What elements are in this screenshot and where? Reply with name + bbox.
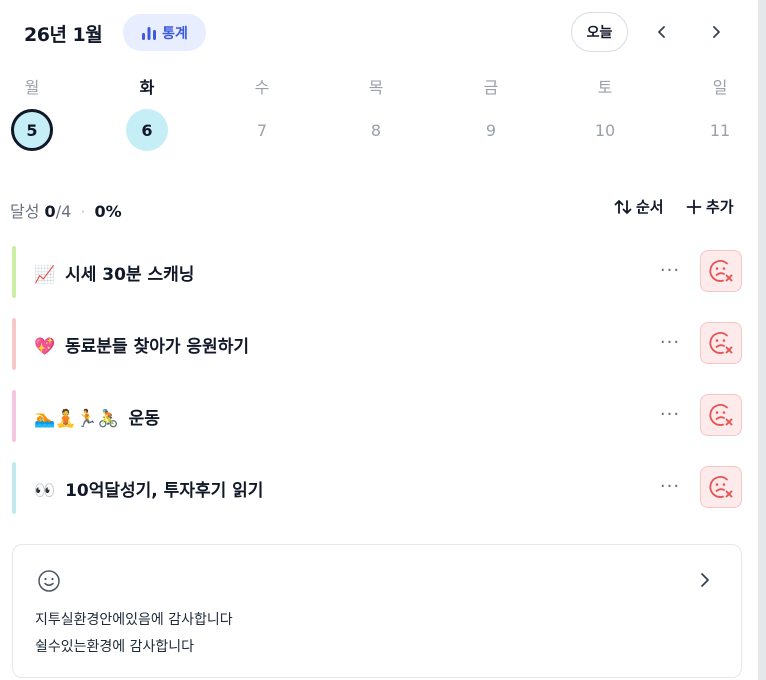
chart-emoji-icon: 📈: [34, 265, 56, 285]
habit-row[interactable]: 💖 동료분들 찾아가 응원하기 ···: [12, 318, 742, 370]
achievement-count: 0: [44, 202, 56, 221]
habit-title: 💖 동료분들 찾아가 응원하기: [34, 332, 249, 357]
stats-button[interactable]: 통계: [123, 14, 206, 51]
habit-color-bar: [12, 462, 16, 514]
sad-face-x-icon: [709, 332, 733, 354]
scrollbar[interactable]: [758, 0, 766, 680]
habit-title-text: 시세 30분 스캐닝: [65, 265, 195, 285]
sort-button[interactable]: 순서: [614, 196, 664, 217]
stats-label: 통계: [162, 25, 188, 42]
habit-row[interactable]: 🏊🧘🏃🚴 운동 ···: [12, 390, 742, 442]
skip-habit-button[interactable]: [700, 250, 742, 292]
gratitude-line: 쉴수있는환경에 감사합니다: [35, 639, 195, 655]
achievement-summary: 달성 0/4 · 0%: [10, 198, 122, 222]
separator: ·: [80, 202, 86, 221]
habit-title-text: 동료분들 찾아가 응원하기: [65, 337, 249, 357]
habit-title: 📈 시세 30분 스캐닝: [34, 260, 194, 285]
habit-color-bar: [12, 246, 16, 298]
skip-habit-button[interactable]: [700, 466, 742, 508]
more-options-button[interactable]: ···: [652, 404, 688, 428]
eyes-emoji-icon: 👀: [34, 481, 56, 501]
habit-color-bar: [12, 390, 16, 442]
day-cell[interactable]: 11: [699, 109, 741, 151]
smile-icon: [38, 570, 60, 592]
more-options-button[interactable]: ···: [652, 260, 688, 284]
habit-title: 👀 10억달성기, 투자후기 읽기: [34, 476, 263, 501]
plus-icon: [686, 199, 702, 214]
prev-week-button[interactable]: [646, 16, 678, 48]
next-week-button[interactable]: [700, 16, 732, 48]
sad-face-x-icon: [709, 404, 733, 426]
more-options-button[interactable]: ···: [652, 476, 688, 500]
habit-row[interactable]: 👀 10억달성기, 투자후기 읽기 ···: [12, 462, 742, 514]
day-cell-today[interactable]: 6: [126, 109, 168, 151]
achievement-percent: 0%: [94, 202, 122, 221]
skip-habit-button[interactable]: [700, 322, 742, 364]
habit-row[interactable]: 📈 시세 30분 스캐닝 ···: [12, 246, 742, 298]
weekday-label: 월: [24, 78, 40, 97]
sad-face-x-icon: [709, 260, 733, 282]
day-cell[interactable]: 10: [584, 109, 626, 151]
sad-face-x-icon: [709, 476, 733, 498]
weekday-label: 일: [712, 78, 728, 97]
exercise-emoji-icon: 🏊🧘🏃🚴: [34, 409, 119, 429]
calendar-header: 26년 1월 통계 오늘: [12, 12, 742, 52]
heart-emoji-icon: 💖: [34, 337, 56, 357]
habit-title-text: 운동: [128, 409, 160, 429]
achievement-total: /4: [55, 202, 72, 221]
add-habit-button[interactable]: 추가: [686, 196, 734, 217]
day-cell-selected[interactable]: 5: [11, 109, 53, 151]
more-options-button[interactable]: ···: [652, 332, 688, 356]
weekday-label: 토: [597, 78, 613, 97]
day-cell[interactable]: 7: [241, 109, 283, 151]
chevron-right-icon: [713, 26, 720, 38]
habit-title: 🏊🧘🏃🚴 운동: [34, 404, 160, 429]
bar-chart-icon: [142, 26, 157, 40]
day-cell[interactable]: 9: [470, 109, 512, 151]
chevron-right-icon: [701, 573, 709, 587]
sort-arrows-icon: [614, 199, 632, 214]
today-button[interactable]: 오늘: [571, 12, 628, 52]
sort-label: 순서: [636, 198, 664, 216]
habit-color-bar: [12, 318, 16, 370]
weekday-label: 수: [254, 78, 270, 97]
habit-title-text: 10억달성기, 투자후기 읽기: [65, 481, 264, 501]
add-label: 추가: [706, 198, 734, 216]
skip-habit-button[interactable]: [700, 394, 742, 436]
weekday-label: 목: [368, 78, 384, 97]
chevron-left-icon: [658, 26, 665, 38]
day-cell[interactable]: 8: [355, 109, 397, 151]
month-title: 26년 1월: [24, 24, 103, 46]
habit-tracker-app: 26년 1월 통계 오늘 월 화 수 목 금 토 일 5 6 7 8 9 10 …: [0, 0, 766, 680]
weekday-label: 화: [139, 78, 155, 97]
weekday-label: 금: [483, 78, 499, 97]
gratitude-line: 지투실환경안에있음에 감사합니다: [35, 612, 233, 628]
gratitude-card[interactable]: 지투실환경안에있음에 감사합니다 쉴수있는환경에 감사합니다: [12, 544, 742, 678]
achievement-label: 달성: [10, 202, 40, 221]
